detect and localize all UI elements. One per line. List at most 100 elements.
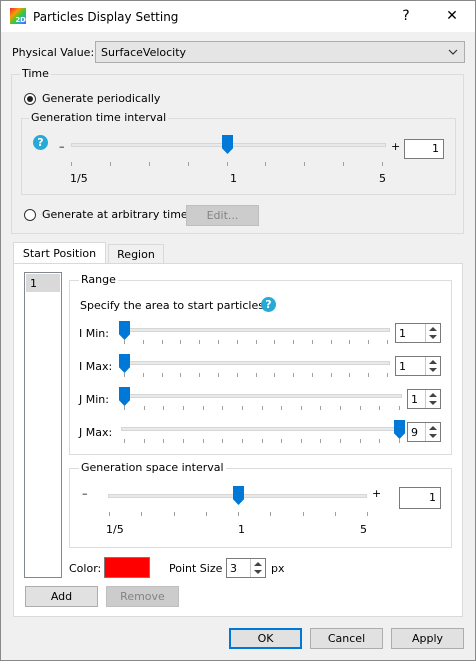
point-size-spinner[interactable]: 3 — [226, 558, 266, 578]
tab-start-position[interactable]: Start Position — [13, 242, 106, 264]
slider-tick — [163, 406, 164, 410]
apply-button[interactable]: Apply — [391, 628, 464, 649]
slider-tick — [149, 162, 150, 166]
app-icon-text: 2D — [15, 16, 26, 24]
slider-tick — [274, 373, 275, 377]
range-spinner-value: 1 — [399, 360, 406, 373]
start-position-list[interactable]: 1 — [24, 272, 62, 578]
slider-tick — [270, 512, 271, 516]
spinner-arrows[interactable] — [250, 559, 265, 577]
space-interval-value[interactable]: 1 — [399, 487, 441, 509]
title-bar: 2D Particles Display Setting ? ✕ — [1, 1, 475, 32]
range-spinner[interactable]: 9 — [407, 422, 441, 442]
slider-tick — [349, 373, 350, 377]
slider-tick — [262, 406, 263, 410]
range-spinner[interactable]: 1 — [407, 389, 441, 409]
help-icon[interactable]: ? — [261, 297, 276, 312]
slider-tick — [203, 439, 204, 443]
slider-tick — [109, 512, 110, 516]
close-icon: ✕ — [446, 8, 458, 24]
slider-tick — [124, 373, 125, 377]
list-item-label: 1 — [30, 277, 37, 290]
slider-tick — [183, 406, 184, 410]
slider-tick — [188, 162, 189, 166]
range-spinner[interactable]: 1 — [395, 323, 441, 343]
chevron-down-icon — [448, 49, 458, 55]
add-button[interactable]: Add — [25, 586, 98, 607]
slider-tick — [262, 439, 263, 443]
slider-tick — [238, 512, 239, 516]
cancel-button[interactable]: Cancel — [310, 628, 383, 649]
physical-value-selected: SurfaceVelocity — [101, 46, 187, 59]
generate-periodically-label: Generate periodically — [42, 92, 161, 105]
generate-arbitrary-radio[interactable] — [24, 209, 36, 221]
time-interval-value[interactable]: 1 — [404, 139, 444, 159]
spin-down-icon[interactable] — [429, 335, 437, 339]
slider-tick — [312, 373, 313, 377]
time-minus-label: – — [59, 140, 65, 153]
spinner-arrows[interactable] — [425, 324, 440, 342]
range-row-label: I Min: — [79, 327, 109, 340]
time-interval-group-label: Generation time interval — [29, 111, 169, 124]
slider-tick — [124, 340, 125, 344]
help-icon[interactable]: ? — [33, 135, 48, 150]
slider-tick — [312, 340, 313, 344]
range-slider-track[interactable] — [121, 361, 390, 365]
slider-tick — [265, 162, 266, 166]
range-instruction: Specify the area to start particles — [80, 299, 264, 312]
spin-down-icon[interactable] — [429, 401, 437, 405]
slider-tick — [222, 439, 223, 443]
spin-down-icon[interactable] — [429, 368, 437, 372]
physical-value-dropdown[interactable]: SurfaceVelocity — [95, 41, 465, 63]
slider-tick — [141, 512, 142, 516]
slider-tick — [387, 340, 388, 344]
spin-down-icon[interactable] — [254, 570, 262, 574]
range-row-label: J Max: — [79, 426, 113, 439]
help-button[interactable]: ? — [383, 1, 429, 32]
edit-button[interactable]: Edit... — [186, 205, 259, 226]
spin-up-icon[interactable] — [429, 426, 437, 430]
slider-tick — [110, 162, 111, 166]
slider-tick — [256, 340, 257, 344]
spin-down-icon[interactable] — [429, 434, 437, 438]
slider-tick — [360, 406, 361, 410]
slider-tick — [242, 406, 243, 410]
slider-tick — [203, 406, 204, 410]
range-slider-track[interactable] — [121, 394, 402, 398]
ok-button[interactable]: OK — [229, 628, 302, 649]
space-plus-label: + — [372, 487, 382, 500]
slider-tick — [281, 406, 282, 410]
range-slider-track[interactable] — [121, 328, 390, 332]
slider-tick — [162, 340, 163, 344]
slider-tick — [293, 373, 294, 377]
range-spinner[interactable]: 1 — [395, 356, 441, 376]
slider-tick — [144, 439, 145, 443]
slider-tick — [301, 439, 302, 443]
range-spinner-value: 1 — [399, 327, 406, 340]
slider-tick — [368, 373, 369, 377]
slider-tick — [360, 439, 361, 443]
space-scale-max: 5 — [360, 523, 367, 536]
color-swatch[interactable] — [104, 557, 150, 578]
spin-up-icon[interactable] — [254, 562, 262, 566]
range-slider-track[interactable] — [121, 427, 402, 431]
slider-tick — [144, 406, 145, 410]
tab-region[interactable]: Region — [108, 244, 164, 264]
range-spinner-value: 1 — [411, 393, 418, 406]
slider-tick — [256, 373, 257, 377]
slider-tick — [340, 406, 341, 410]
time-plus-label: + — [391, 140, 401, 153]
remove-button[interactable]: Remove — [106, 586, 179, 607]
generate-periodically-radio[interactable] — [24, 93, 36, 105]
close-button[interactable]: ✕ — [429, 1, 475, 32]
list-item[interactable]: 1 — [26, 274, 60, 292]
slider-tick — [382, 162, 383, 166]
spinner-arrows[interactable] — [425, 423, 440, 441]
spin-up-icon[interactable] — [429, 393, 437, 397]
slider-tick — [335, 512, 336, 516]
spin-up-icon[interactable] — [429, 360, 437, 364]
slider-tick — [199, 340, 200, 344]
spin-up-icon[interactable] — [429, 327, 437, 331]
spinner-arrows[interactable] — [425, 357, 440, 375]
spinner-arrows[interactable] — [425, 390, 440, 408]
